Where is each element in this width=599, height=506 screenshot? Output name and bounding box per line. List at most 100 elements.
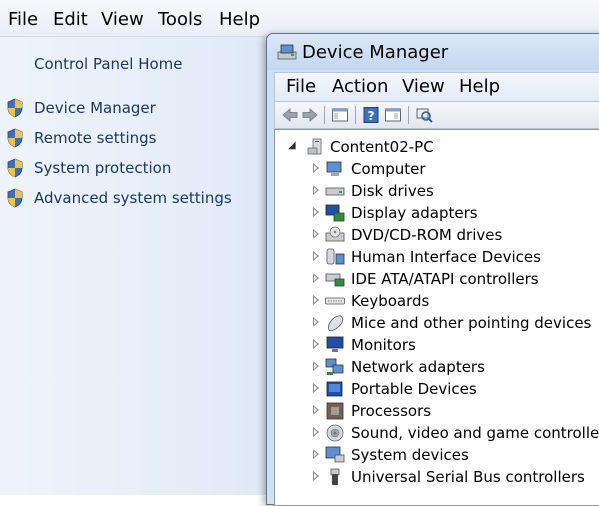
expand-arrow-icon[interactable] (313, 185, 319, 195)
tree-node-label: Portable Devices (351, 380, 477, 398)
tree-node-usb-controllers[interactable]: Universal Serial Bus controllers (313, 467, 599, 489)
tree-node-label: Network adapters (351, 358, 485, 376)
portable-device-icon (326, 381, 343, 397)
tree-node-network-adapters[interactable]: Network adapters (313, 357, 599, 379)
scan-hardware-icon[interactable] (415, 106, 433, 124)
tree-node-portable-devices[interactable]: Portable Devices (313, 379, 599, 401)
display-adapter-icon (325, 204, 345, 222)
expand-arrow-icon[interactable] (313, 471, 319, 481)
tree-node-label: Disk drives (351, 182, 434, 200)
show-hide-console-tree-icon[interactable] (331, 106, 349, 124)
uac-shield-icon (7, 158, 23, 178)
collapse-arrow-icon[interactable]: ◢ (288, 140, 296, 151)
tree-node-label: IDE ATA/ATAPI controllers (351, 270, 539, 288)
device-manager-menubar: File Action View Help (274, 72, 599, 102)
tree-node-computer[interactable]: Computer (313, 159, 599, 181)
menu-view[interactable]: View (101, 9, 144, 30)
uac-shield-icon (7, 188, 23, 208)
tree-node-label: Sound, video and game controllers (351, 424, 599, 442)
dm-menu-file[interactable]: File (286, 76, 316, 97)
toolbar-separator (324, 106, 325, 124)
keyboard-icon (325, 297, 345, 305)
uac-shield-icon (7, 128, 23, 148)
hid-icon (326, 248, 345, 265)
expand-arrow-icon[interactable] (313, 449, 319, 459)
tree-node-disk-drives[interactable]: Disk drives (313, 181, 599, 203)
computer-icon (326, 161, 342, 176)
task-label: Remote settings (34, 129, 157, 147)
speaker-icon (326, 424, 344, 442)
tree-node-mice[interactable]: Mice and other pointing devices (313, 313, 599, 335)
expand-arrow-icon[interactable] (313, 251, 319, 261)
tree-node-sound[interactable]: Sound, video and game controllers (313, 423, 599, 445)
tree-node-dvd-cdrom[interactable]: DVD/CD-ROM drives (313, 225, 599, 247)
device-tree: ◢ Content02-PC Computer Disk drives Disp… (274, 129, 599, 506)
tree-node-keyboards[interactable]: Keyboards (313, 291, 599, 313)
dm-menu-help[interactable]: Help (459, 76, 500, 97)
tree-node-processors[interactable]: Processors (313, 401, 599, 423)
task-system-protection[interactable]: System protection (0, 157, 260, 181)
expand-arrow-icon[interactable] (313, 295, 319, 305)
tree-node-label: Display adapters (351, 204, 478, 222)
monitor-icon (326, 336, 344, 352)
menu-help[interactable]: Help (219, 9, 260, 30)
menu-edit[interactable]: Edit (53, 9, 88, 30)
device-manager-toolbar: ? (274, 102, 599, 129)
ide-controller-icon (325, 273, 345, 287)
expand-arrow-icon[interactable] (313, 273, 319, 283)
expand-arrow-icon[interactable] (313, 405, 319, 415)
tree-node-label: Monitors (351, 336, 416, 354)
tree-node-label: DVD/CD-ROM drives (351, 226, 503, 244)
expand-arrow-icon[interactable] (313, 317, 319, 327)
task-label: Device Manager (34, 99, 156, 117)
toolbar-separator (355, 106, 356, 124)
usb-icon (330, 468, 340, 485)
dm-menu-action[interactable]: Action (332, 76, 388, 97)
network-adapter-icon (325, 358, 344, 375)
task-remote-settings[interactable]: Remote settings (0, 127, 260, 151)
tree-node-system-devices[interactable]: System devices (313, 445, 599, 467)
mouse-icon (328, 315, 344, 332)
expand-arrow-icon[interactable] (313, 207, 319, 217)
system-device-icon (325, 446, 345, 463)
control-panel-home-link[interactable]: Control Panel Home (34, 55, 183, 73)
tree-node-label: Processors (351, 402, 432, 420)
menu-tools[interactable]: Tools (158, 9, 202, 30)
uac-shield-icon (7, 98, 23, 118)
device-manager-icon (277, 44, 297, 60)
expand-arrow-icon[interactable] (313, 163, 319, 173)
tree-node-label: Keyboards (351, 292, 430, 310)
tree-node-display-adapters[interactable]: Display adapters (313, 203, 599, 225)
task-label: Advanced system settings (34, 189, 232, 207)
expand-arrow-icon[interactable] (313, 427, 319, 437)
device-manager-titlebar[interactable]: Device Manager (267, 34, 599, 70)
processor-icon (326, 402, 344, 420)
help-icon[interactable]: ? (362, 106, 380, 124)
tree-root-label: Content02-PC (330, 138, 434, 156)
toolbar-separator (408, 106, 409, 124)
device-manager-window: Device Manager File Action View Help ? ◢… (266, 33, 599, 506)
back-arrow-icon[interactable] (281, 106, 299, 124)
control-panel-menubar: File Edit View Tools Help (0, 0, 599, 37)
tree-node-monitors[interactable]: Monitors (313, 335, 599, 357)
task-device-manager[interactable]: Device Manager (0, 97, 260, 121)
expand-arrow-icon[interactable] (313, 339, 319, 349)
dm-menu-view[interactable]: View (402, 76, 445, 97)
tree-node-ide-controllers[interactable]: IDE ATA/ATAPI controllers (313, 269, 599, 291)
tree-node-label: Human Interface Devices (351, 248, 541, 266)
expand-arrow-icon[interactable] (313, 361, 319, 371)
tree-node-hid[interactable]: Human Interface Devices (313, 247, 599, 269)
forward-arrow-icon[interactable] (301, 106, 319, 124)
tree-node-label: Computer (351, 160, 426, 178)
dvd-drive-icon (325, 226, 345, 242)
svg-text:?: ? (368, 109, 375, 123)
task-advanced-system-settings[interactable]: Advanced system settings (0, 187, 260, 211)
tree-node-label: System devices (351, 446, 469, 464)
expand-arrow-icon[interactable] (313, 229, 319, 239)
expand-arrow-icon[interactable] (313, 383, 319, 393)
menu-file[interactable]: File (8, 9, 38, 30)
disk-drive-icon (325, 187, 345, 196)
tree-node-label: Universal Serial Bus controllers (351, 468, 585, 486)
properties-icon[interactable] (384, 106, 402, 124)
window-title: Device Manager (302, 42, 449, 63)
